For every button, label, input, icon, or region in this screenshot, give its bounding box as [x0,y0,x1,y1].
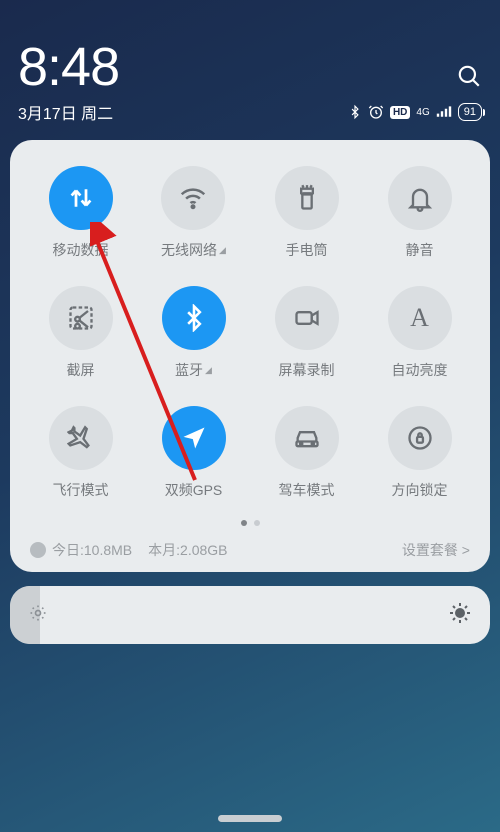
toggle-gps[interactable]: 双频GPS [162,406,226,500]
car-icon [275,406,339,470]
video-icon [275,286,339,350]
signal-icon [436,105,452,119]
toggle-screen-record[interactable]: 屏幕录制 [275,286,339,380]
clock-time: 8:48 [18,40,119,94]
usage-month-value: 2.08GB [180,542,227,558]
toggle-rotation-lock[interactable]: 方向锁定 [388,406,452,500]
toggle-label: 屏幕录制 [279,360,335,380]
toggle-label: 蓝牙◢ [175,360,212,380]
battery-indicator: 91 [458,103,482,121]
usage-today-label: 今日: [52,540,84,560]
toggle-drive-mode[interactable]: 驾车模式 [275,406,339,500]
data-plan-link[interactable]: 设置套餐 > [402,540,470,560]
toggle-label: 双频GPS [165,480,223,500]
data-usage-icon [30,542,46,558]
bluetooth-status-icon [348,104,362,120]
toggle-auto-bright[interactable]: A 自动亮度 [388,286,452,380]
toggle-label: 飞行模式 [53,480,109,500]
toggle-flashlight[interactable]: 手电筒 [275,166,339,260]
toggle-label: 静音 [406,240,434,260]
bluetooth-icon [162,286,226,350]
letter-a-icon: A [388,286,452,350]
usage-today-value: 10.8MB [84,542,132,558]
gesture-bar[interactable] [218,815,282,822]
toggle-label: 方向锁定 [392,480,448,500]
status-bar: HD 4G 91 [348,103,482,121]
toggle-label: 驾车模式 [279,480,335,500]
brightness-low-icon [28,603,48,628]
brightness-high-icon [448,601,472,630]
scissors-icon [49,286,113,350]
toggle-label: 移动数据 [53,240,109,260]
page-indicator[interactable] [24,520,476,526]
flashlight-icon [275,166,339,230]
toggle-label: 自动亮度 [392,360,448,380]
alarm-icon [368,104,384,120]
toggle-label: 手电筒 [286,240,328,260]
toggle-mobile-data[interactable]: 移动数据 [49,166,113,260]
toggle-label: 无线网络◢ [161,240,226,260]
plane-icon [49,406,113,470]
bell-icon [388,166,452,230]
data-arrows-icon [49,166,113,230]
network-type-label: 4G [416,107,429,118]
page-dot[interactable] [254,520,260,526]
toggle-bluetooth[interactable]: 蓝牙◢ [162,286,226,380]
hd-icon: HD [390,106,410,119]
wifi-icon [161,166,225,230]
toggle-label: 截屏 [67,360,95,380]
usage-month-label: 本月: [148,540,180,560]
toggle-airplane[interactable]: 飞行模式 [49,406,113,500]
toggle-mute[interactable]: 静音 [388,166,452,260]
quick-settings-panel: 移动数据 无线网络◢ 手电筒 静音截屏 蓝牙◢ 屏幕录制 A 自动亮度飞行模式 双频GPS 驾车模… [10,140,490,572]
toggle-screenshot[interactable]: 截屏 [49,286,113,380]
page-dot[interactable] [241,520,247,526]
clock-date: 3月17日 周二 [18,100,113,124]
search-icon[interactable] [456,63,482,94]
brightness-slider[interactable] [10,586,490,644]
toggle-wifi[interactable]: 无线网络◢ [161,166,226,260]
nav-icon [162,406,226,470]
lock-rotate-icon [388,406,452,470]
